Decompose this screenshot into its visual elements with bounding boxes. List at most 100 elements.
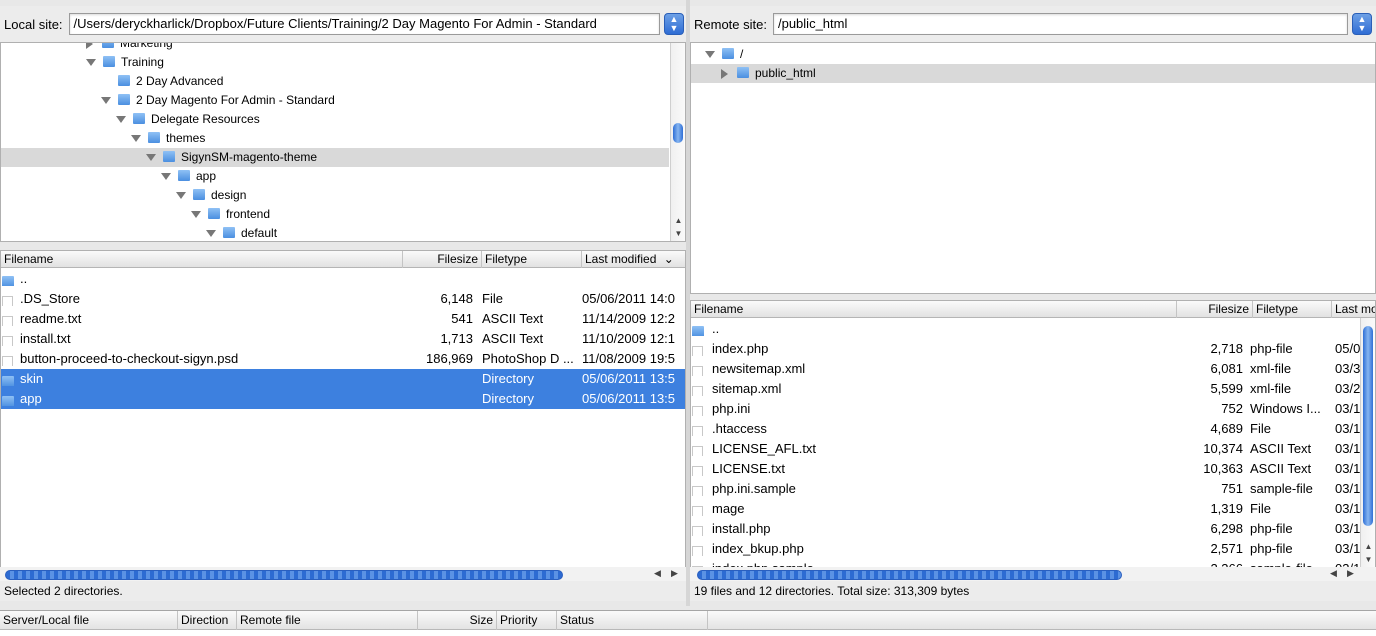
queue-column-remote-file[interactable]: Remote file (237, 611, 418, 630)
disclosure-triangle-icon[interactable] (705, 51, 715, 59)
file-modified: 03/1 (1335, 401, 1361, 416)
file-icon-cell (2, 352, 13, 366)
disclosure-triangle-icon[interactable] (86, 43, 93, 49)
column-header-filesize[interactable]: Filesize (1177, 301, 1253, 318)
disclosure-triangle-icon[interactable] (101, 97, 111, 105)
disclosure-triangle-icon[interactable] (191, 211, 201, 219)
scroll-down-arrow-icon[interactable]: ▼ (1361, 554, 1375, 566)
file-row[interactable]: mage 1,319 File 03/1 (691, 499, 1361, 519)
tree-node[interactable]: SigynSM-magento-theme (1, 148, 669, 167)
file-row[interactable]: index.php 2,718 php-file 05/0 (691, 339, 1361, 359)
disclosure-triangle-icon[interactable] (161, 173, 171, 181)
scroll-up-arrow-icon[interactable]: ▲ (1361, 541, 1375, 553)
disclosure-triangle-icon[interactable] (721, 68, 728, 79)
file-icon-cell (692, 502, 703, 516)
file-row[interactable]: php.ini.sample 751 sample-file 03/1 (691, 479, 1361, 499)
file-row[interactable]: button-proceed-to-checkout-sigyn.psd 186,… (1, 349, 685, 369)
column-header-filesize[interactable]: Filesize (403, 251, 482, 268)
tree-node[interactable]: default (1, 224, 669, 241)
tree-node[interactable]: Training (1, 53, 669, 72)
queue-column-size[interactable]: Size (418, 611, 497, 630)
remote-site-dropdown-button[interactable]: ▲ ▼ (1352, 13, 1372, 35)
file-icon (2, 336, 13, 346)
remote-directory-tree[interactable]: / public_html (690, 42, 1376, 294)
local-tree-scrollbar[interactable]: ▲ ▼ (670, 43, 685, 241)
disclosure-triangle-icon[interactable] (86, 59, 96, 67)
file-modified: 05/06/2011 14:0 (582, 291, 676, 306)
file-modified: 05/06/2011 13:5 (582, 391, 676, 406)
vertical-splitter[interactable] (686, 0, 690, 606)
file-type: ASCII Text (1250, 461, 1312, 476)
scroll-right-arrow-icon[interactable]: ▶ (1347, 568, 1354, 579)
file-icon (692, 406, 703, 416)
column-header-last-modified[interactable]: Last modified ⌄ (582, 251, 685, 268)
scroll-up-arrow-icon[interactable]: ▲ (671, 215, 685, 227)
file-row[interactable]: LICENSE_AFL.txt 10,374 ASCII Text 03/1 (691, 439, 1361, 459)
remote-horizontal-scroll-thumb[interactable] (697, 570, 1122, 580)
local-horizontal-scroll-thumb[interactable] (5, 570, 563, 580)
file-row[interactable]: newsitemap.xml 6,081 xml-file 03/3 (691, 359, 1361, 379)
file-row[interactable]: install.php 6,298 php-file 03/1 (691, 519, 1361, 539)
file-type: File (1250, 421, 1271, 436)
folder-icon (722, 48, 734, 60)
local-file-list[interactable]: Filename Filesize Filetype Last modified… (0, 250, 686, 568)
remote-site-path-input[interactable]: /public_html (772, 13, 1348, 35)
remote-list-scroll-thumb[interactable] (1363, 326, 1373, 526)
disclosure-triangle-icon[interactable] (206, 230, 216, 238)
file-icon (692, 486, 703, 496)
file-row[interactable]: install.txt 1,713 ASCII Text 11/10/2009 12:… (1, 329, 685, 349)
file-icon-cell (2, 332, 13, 346)
queue-column-server-local-file[interactable]: Server/Local file (0, 611, 178, 630)
local-tree-scroll-thumb[interactable] (673, 123, 683, 143)
queue-column-priority[interactable]: Priority (497, 611, 557, 630)
file-size: 10,374 (1203, 441, 1243, 456)
tree-node[interactable]: public_html (691, 64, 1375, 83)
file-row[interactable]: .htaccess 4,689 File 03/1 (691, 419, 1361, 439)
disclosure-triangle-icon[interactable] (116, 116, 126, 124)
file-row[interactable]: LICENSE.txt 10,363 ASCII Text 03/1 (691, 459, 1361, 479)
scroll-down-arrow-icon[interactable]: ▼ (671, 228, 685, 240)
file-row[interactable]: .DS_Store 6,148 File 05/06/2011 14:0 (1, 289, 685, 309)
tree-node[interactable]: frontend (1, 205, 669, 224)
folder-icon (178, 170, 190, 182)
queue-column-direction[interactable]: Direction (178, 611, 237, 630)
column-header-filetype[interactable]: Filetype (1253, 301, 1332, 318)
file-icon-cell (692, 422, 703, 436)
tree-node[interactable]: themes (1, 129, 669, 148)
scroll-right-arrow-icon[interactable]: ▶ (671, 568, 678, 579)
file-row[interactable]: readme.txt 541 ASCII Text 11/14/2009 12:2 (1, 309, 685, 329)
disclosure-triangle-icon[interactable] (131, 135, 141, 143)
file-row[interactable]: app Directory 05/06/2011 13:5 (1, 389, 685, 409)
tree-node-label: themes (166, 131, 206, 145)
local-site-dropdown-button[interactable]: ▲ ▼ (664, 13, 684, 35)
file-row[interactable]: .. (691, 319, 1361, 339)
transfer-queue[interactable]: Server/Local file Direction Remote file … (0, 610, 1376, 636)
column-header-filename[interactable]: Filename (691, 301, 1177, 318)
queue-column-status[interactable]: Status (557, 611, 708, 630)
file-icon-cell (692, 442, 703, 456)
file-row[interactable]: sitemap.xml 5,599 xml-file 03/2 (691, 379, 1361, 399)
tree-node[interactable]: / (691, 45, 1375, 64)
scroll-left-arrow-icon[interactable]: ◀ (1330, 568, 1337, 579)
remote-file-list[interactable]: Filename Filesize Filetype Last mo ▲ ▼ .… (690, 300, 1376, 568)
disclosure-triangle-icon[interactable] (146, 154, 156, 162)
local-directory-tree[interactable]: ▲ ▼ Marketing Training 2 Day Advanced 2 Day… (0, 42, 686, 242)
local-site-path-input[interactable]: /Users/deryckharlick/Dropbox/Future Clie… (68, 13, 660, 35)
tree-node[interactable]: 2 Day Magento For Admin - Standard (1, 91, 669, 110)
tree-node[interactable]: app (1, 167, 669, 186)
tree-node[interactable]: design (1, 186, 669, 205)
disclosure-triangle-icon[interactable] (176, 192, 186, 200)
file-row[interactable]: php.ini 752 Windows I... 03/1 (691, 399, 1361, 419)
tree-node-label: 2 Day Magento For Admin - Standard (136, 93, 335, 107)
file-row[interactable]: .. (1, 269, 685, 289)
file-row[interactable]: skin Directory 05/06/2011 13:5 (1, 369, 685, 389)
file-row[interactable]: index_bkup.php 2,571 php-file 03/1 (691, 539, 1361, 559)
tree-node[interactable]: Marketing (1, 43, 669, 53)
column-header-filename[interactable]: Filename (1, 251, 403, 268)
scroll-left-arrow-icon[interactable]: ◀ (654, 568, 661, 579)
column-header-last-modified[interactable]: Last mo (1332, 301, 1375, 318)
tree-node[interactable]: 2 Day Advanced (1, 72, 669, 91)
tree-node[interactable]: Delegate Resources (1, 110, 669, 129)
column-header-filetype[interactable]: Filetype (482, 251, 582, 268)
file-name: mage (712, 501, 745, 516)
